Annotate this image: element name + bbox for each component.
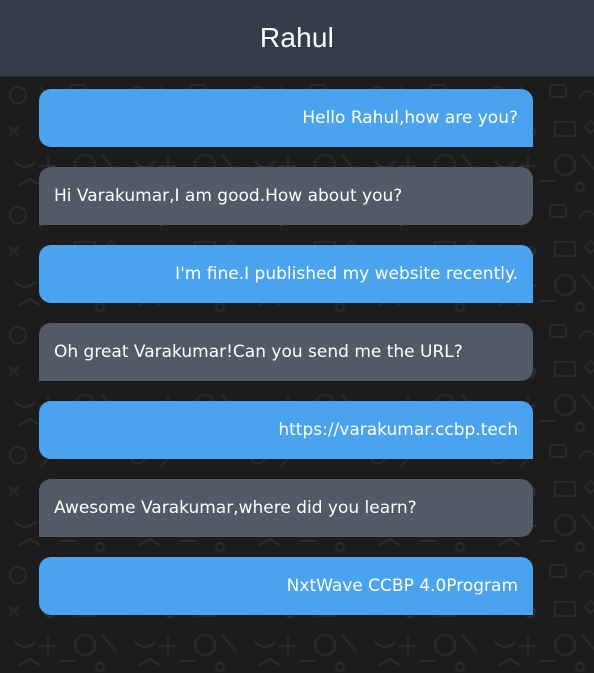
chat-app: Rahul Hello Rahul,how are you? Hi Varaku… <box>0 0 594 673</box>
message-text: Awesome Varakumar,where did you learn? <box>54 498 417 518</box>
message-sent: I'm fine.I published my website recently… <box>39 245 533 303</box>
chat-header: Rahul <box>0 0 594 77</box>
message-list: Hello Rahul,how are you? Hi Varakumar,I … <box>39 89 533 635</box>
message-text: Hello Rahul,how are you? <box>302 108 518 128</box>
message-sent: NxtWave CCBP 4.0Program <box>39 557 533 615</box>
chat-area[interactable]: Hello Rahul,how are you? Hi Varakumar,I … <box>0 77 594 673</box>
message-received: Oh great Varakumar!Can you send me the U… <box>39 323 533 381</box>
message-sent: Hello Rahul,how are you? <box>39 89 533 147</box>
message-text: Oh great Varakumar!Can you send me the U… <box>54 342 463 362</box>
message-text: https://varakumar.ccbp.tech <box>278 420 518 440</box>
message-received: Awesome Varakumar,where did you learn? <box>39 479 533 537</box>
message-sent: https://varakumar.ccbp.tech <box>39 401 533 459</box>
message-text: Hi Varakumar,I am good.How about you? <box>54 186 403 206</box>
contact-name: Rahul <box>259 22 335 53</box>
message-text: NxtWave CCBP 4.0Program <box>286 576 518 596</box>
message-received: Hi Varakumar,I am good.How about you? <box>39 167 533 225</box>
message-text: I'm fine.I published my website recently… <box>175 264 518 284</box>
